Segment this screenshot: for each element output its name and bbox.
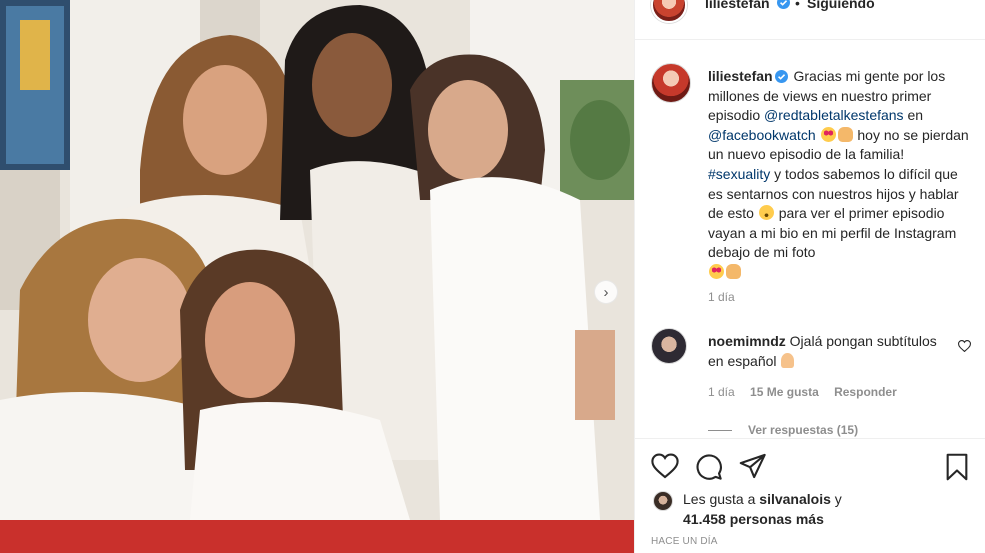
author-username[interactable]: liliestefan	[705, 0, 770, 11]
likes-count[interactable]: 41.458 personas más	[683, 511, 824, 527]
post-photo[interactable]: ›	[0, 0, 634, 553]
liker-username[interactable]: silvanalois	[759, 491, 831, 507]
post-action-bar: Les gusta a silvanalois y 41.458 persona…	[635, 438, 985, 553]
heart-icon[interactable]	[651, 453, 679, 479]
caption-text-2: en	[907, 107, 924, 124]
caption-avatar[interactable]	[651, 63, 691, 103]
comment-like-icon[interactable]	[958, 340, 971, 352]
post-side-panel: liliestefan • Siguiendo liliestefan Grac…	[634, 0, 985, 553]
verified-icon	[774, 70, 788, 83]
folded-hands-emoji-icon	[781, 352, 795, 368]
commenter-username[interactable]: noemimndz	[708, 333, 786, 349]
comment-icon[interactable]	[695, 453, 723, 481]
likes-conj: y	[834, 491, 842, 507]
likes-prefix: Les gusta a	[683, 491, 756, 507]
next-photo-button[interactable]: ›	[594, 280, 618, 304]
heart-eyes-emoji-icon	[820, 126, 836, 142]
comment-actions: 1 día 15 Me gusta Responder	[708, 385, 897, 399]
comment-text: noemimndz Ojalá pongan subtítulos en esp…	[708, 332, 948, 371]
commenter-avatar[interactable]	[651, 328, 687, 364]
post-timestamp[interactable]: HACE UN DÍA	[651, 536, 718, 547]
liker-avatar[interactable]	[653, 491, 673, 511]
author-avatar[interactable]	[651, 0, 687, 23]
caption-text: liliestefan Gracias mi gente por los mil…	[708, 67, 970, 283]
raised-hands-emoji-icon	[837, 126, 853, 142]
view-replies-button[interactable]: Ver respuestas (15)	[708, 423, 858, 437]
comment-timestamp[interactable]: 1 día	[708, 385, 735, 399]
hashtag-sexuality[interactable]: #sexuality	[708, 166, 770, 182]
chevron-right-icon: ›	[603, 283, 609, 301]
replies-divider	[708, 430, 732, 432]
bookmark-icon[interactable]	[945, 453, 969, 481]
mention-redtabletalk[interactable]: @redtabletalkestefans	[764, 107, 904, 123]
caption-username[interactable]: liliestefan	[708, 68, 773, 84]
post-header: liliestefan • Siguiendo	[635, 0, 985, 40]
following-button[interactable]: Siguiendo	[807, 0, 875, 11]
action-icons	[651, 453, 971, 481]
comment-likes-count[interactable]: 15 Me gusta	[750, 385, 819, 399]
view-replies-label: Ver respuestas (15)	[748, 423, 859, 437]
raised-hands-emoji-icon	[726, 263, 741, 279]
caption-timestamp[interactable]: 1 día	[708, 290, 735, 304]
mention-facebookwatch[interactable]: @facebookwatch	[708, 127, 816, 143]
verified-icon	[777, 0, 790, 9]
smile-emoji-icon	[758, 205, 774, 221]
reply-button[interactable]: Responder	[834, 385, 897, 399]
likes-text: Les gusta a silvanalois y 41.458 persona…	[683, 489, 873, 529]
photo-illustration	[0, 0, 634, 553]
heart-eyes-emoji-icon	[709, 263, 724, 279]
share-icon[interactable]	[739, 453, 767, 479]
header-separator: •	[795, 0, 800, 11]
